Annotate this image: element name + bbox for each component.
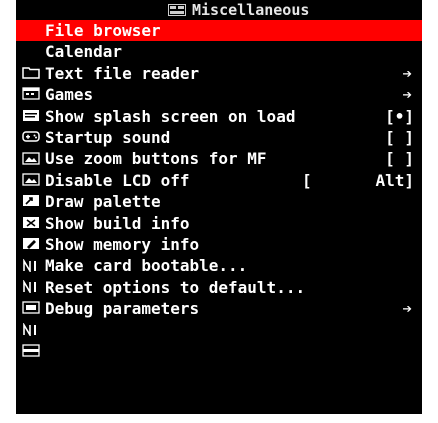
lcd-icon bbox=[22, 174, 40, 228]
menu-item-label: Reset options to default... bbox=[45, 277, 306, 297]
misc-menu-icon bbox=[168, 4, 186, 16]
palette-icon bbox=[22, 195, 40, 250]
menu-item-label: Show build info bbox=[45, 213, 190, 233]
menu-item-label: Text file reader bbox=[45, 63, 200, 83]
menu-item-draw-palette[interactable]: Draw palette bbox=[16, 191, 422, 250]
menu-item-label: File browser bbox=[45, 21, 161, 40]
menu-item-debug-parameters[interactable]: Debug parameters ➔ bbox=[16, 298, 422, 357]
menu-item-startup-sound[interactable]: Startup sound [ ] bbox=[16, 127, 422, 186]
debug-icon bbox=[22, 302, 40, 357]
document-icon bbox=[22, 67, 40, 121]
folder-icon bbox=[22, 24, 40, 79]
submenu-arrow-icon: ➔ bbox=[402, 299, 412, 319]
camera-screen: Miscellaneous File browser Calendar Text… bbox=[16, 0, 422, 414]
menu-title-bar: Miscellaneous bbox=[16, 0, 422, 20]
gamepad-icon bbox=[22, 88, 40, 142]
option-value-text: Alt] bbox=[375, 170, 414, 190]
menu-item-calendar[interactable]: Calendar bbox=[16, 41, 422, 101]
menu-item-label: Draw palette bbox=[45, 192, 161, 212]
zoom-icon bbox=[22, 152, 40, 207]
menu-title: Miscellaneous bbox=[192, 1, 310, 19]
menu-item-make-card-bootable[interactable]: Make card bootable... bbox=[16, 255, 422, 314]
menu-item-zoom-buttons-mf[interactable]: Use zoom buttons for MF [ ] bbox=[16, 148, 422, 207]
card-icon bbox=[22, 259, 40, 314]
info-icon bbox=[22, 281, 40, 336]
menu-item-show-build-info[interactable]: Show build info bbox=[16, 213, 422, 272]
menu-item-show-memory-info[interactable]: Show memory info bbox=[16, 234, 422, 293]
menu-item-label: Show memory info bbox=[45, 234, 200, 254]
menu-item-label: Make card bootable... bbox=[45, 256, 248, 276]
menu-item-splash-screen[interactable]: Show splash screen on load [•] bbox=[16, 106, 422, 165]
submenu-arrow-icon: ➔ bbox=[402, 85, 412, 105]
option-value: [ Alt] bbox=[302, 170, 414, 191]
checkbox-value: [ ] bbox=[385, 127, 414, 147]
option-value-open: [ bbox=[302, 170, 312, 190]
menu-item-text-file-reader[interactable]: Text file reader ➔ bbox=[16, 63, 422, 121]
calendar-icon bbox=[22, 45, 40, 101]
menu-item-label: Games bbox=[45, 85, 94, 105]
image-icon bbox=[22, 110, 40, 165]
menu-item-label: Debug parameters bbox=[45, 299, 200, 319]
checkbox-value: [•] bbox=[385, 106, 414, 126]
submenu-arrow-icon: ➔ bbox=[402, 63, 412, 83]
menu-item-label: Calendar bbox=[45, 42, 123, 62]
menu-item-label: Startup sound bbox=[45, 127, 171, 147]
menu-item-disable-lcd-off[interactable]: Disable LCD off [ Alt] bbox=[16, 170, 422, 228]
info-icon bbox=[22, 238, 40, 293]
menu-item-label: Show splash screen on load bbox=[45, 106, 296, 126]
menu-list: File browser Calendar Text file reader ➔… bbox=[16, 20, 422, 357]
menu-item-file-browser[interactable]: File browser bbox=[16, 20, 422, 79]
menu-item-label: Disable LCD off bbox=[45, 170, 190, 190]
menu-item-reset-options[interactable]: Reset options to default... bbox=[16, 277, 422, 336]
checkbox-value: [ ] bbox=[385, 149, 414, 169]
image-icon bbox=[22, 131, 40, 186]
menu-item-label: Use zoom buttons for MF bbox=[45, 149, 267, 169]
info-icon bbox=[22, 217, 40, 272]
menu-item-games[interactable]: Games ➔ bbox=[16, 84, 422, 142]
